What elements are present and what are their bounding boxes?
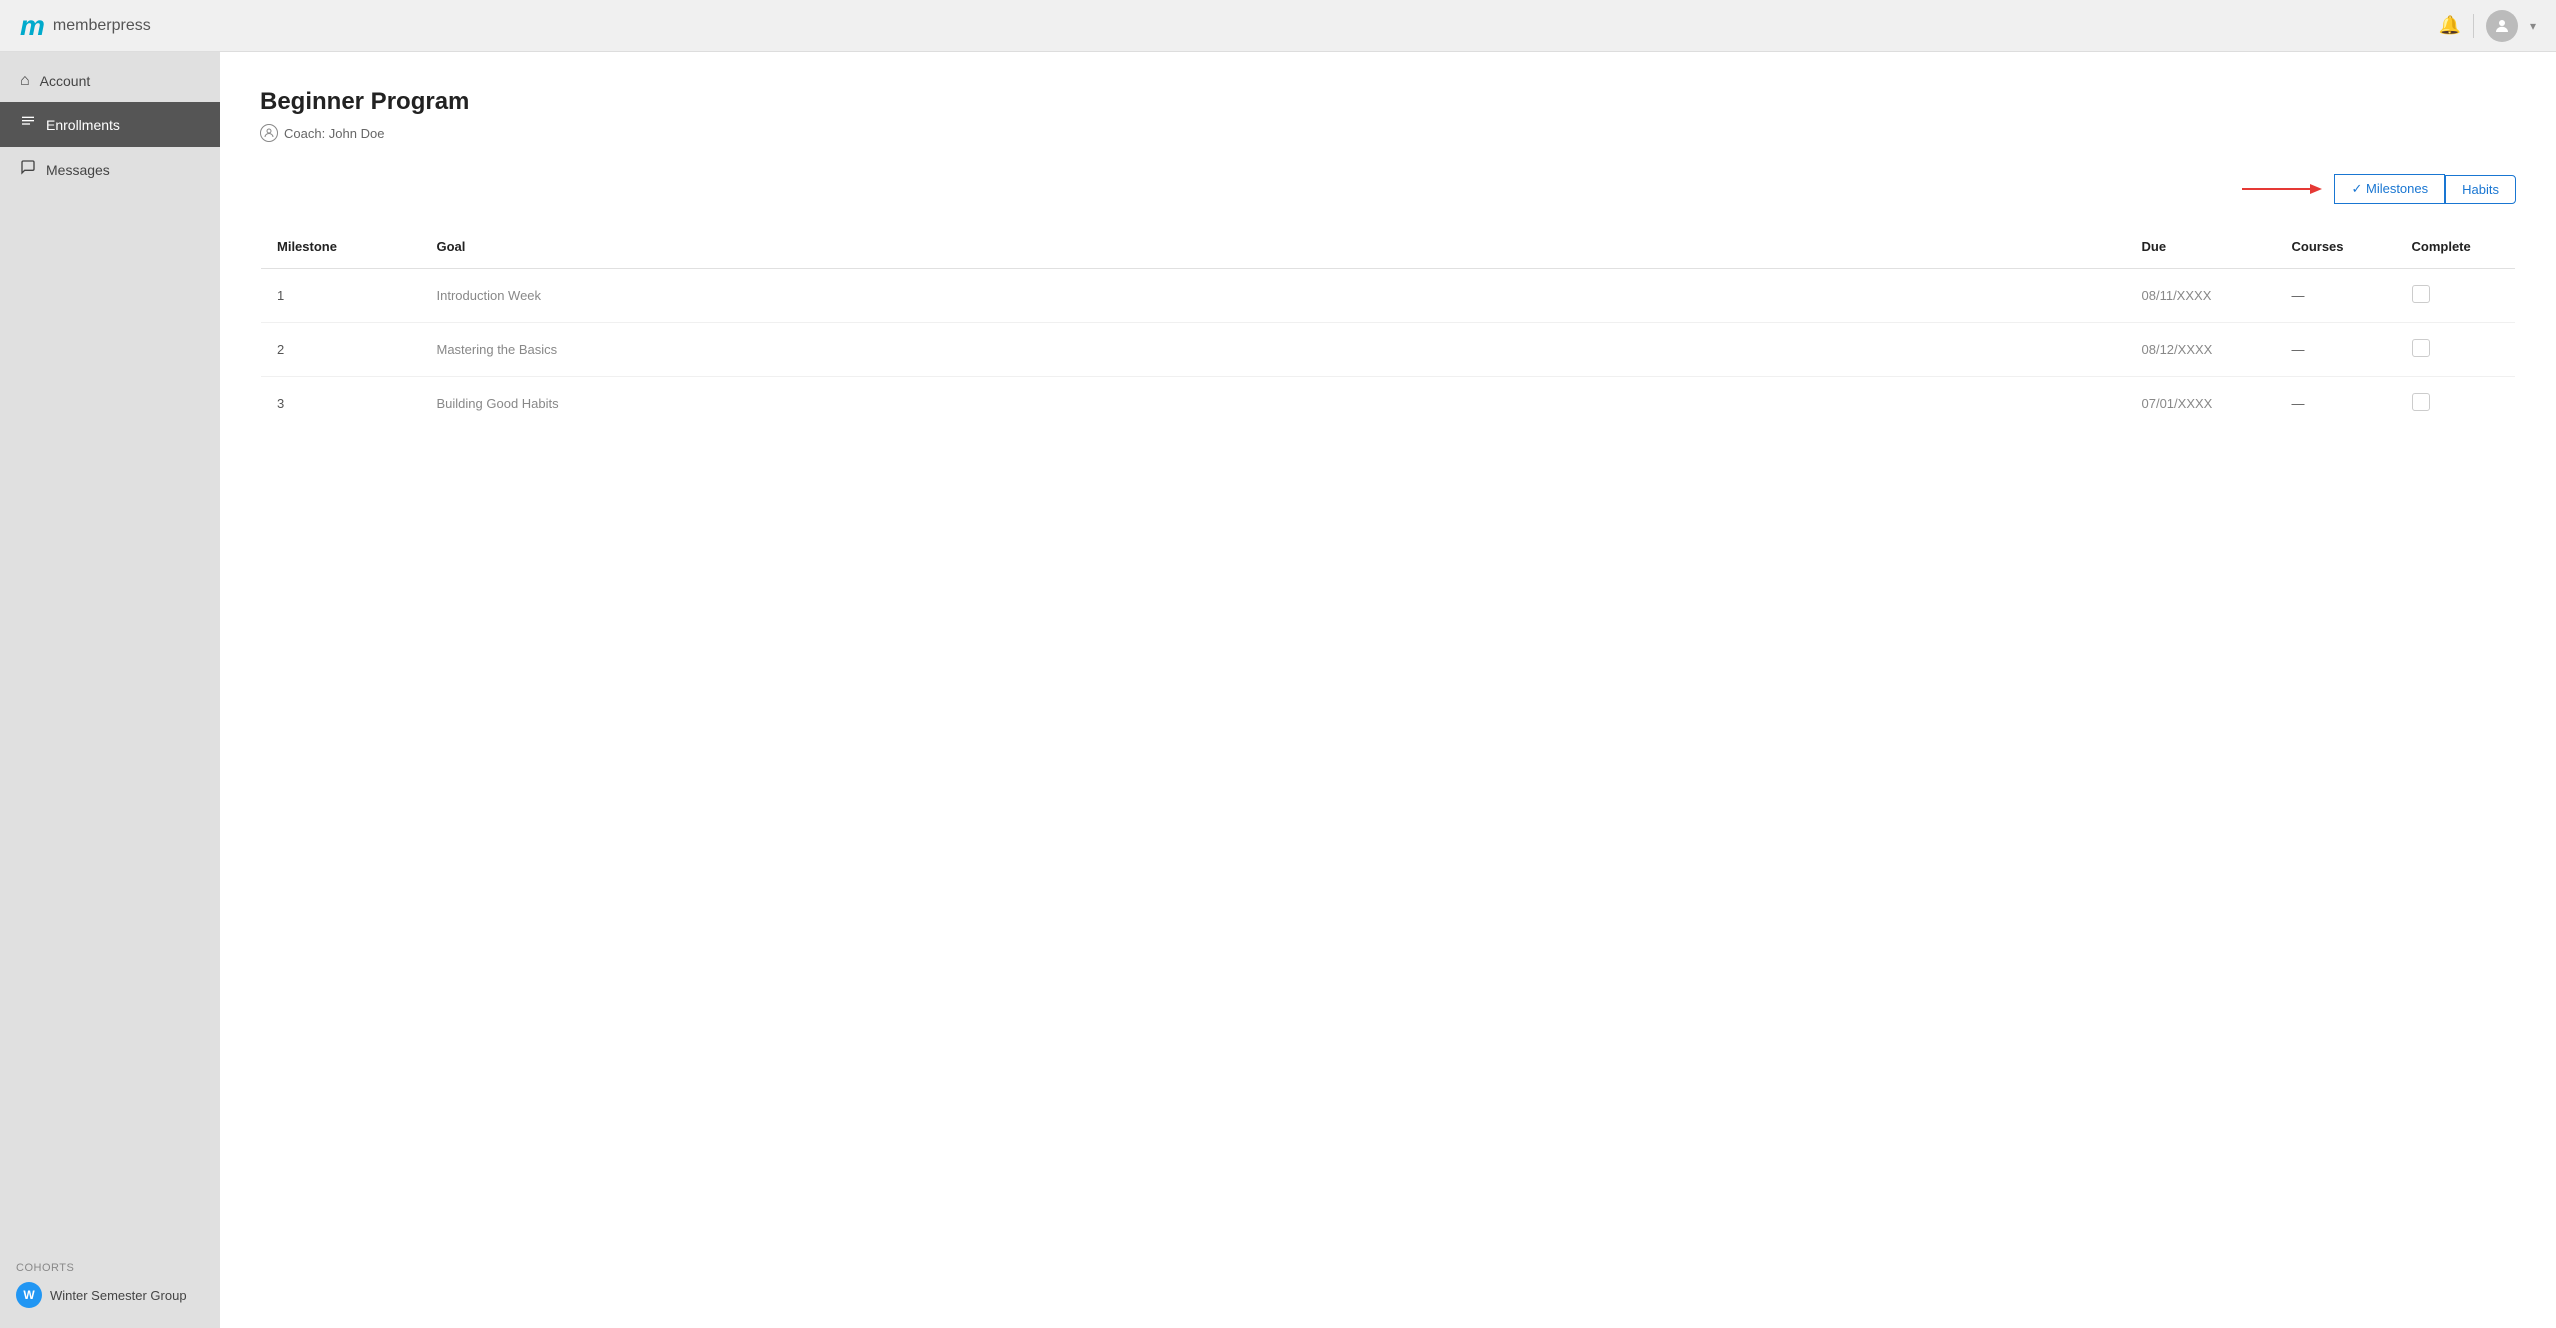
cell-courses-0: — [2276,269,2396,323]
cell-milestone-2: 3 [261,377,421,431]
sidebar-bottom: Cohorts W Winter Semester Group [0,1246,220,1328]
logo-area: m memberpress [20,12,151,40]
sidebar-item-account-label: Account [40,73,91,89]
sidebar-nav: ⌂ Account Enrollments Messages [0,60,220,1246]
main-content: Beginner Program Coach: John Doe ✓ Miles… [220,52,2556,1328]
sidebar-item-messages-label: Messages [46,162,110,178]
cell-milestone-1: 2 [261,323,421,377]
logo-text: memberpress [53,17,151,35]
messages-icon [20,159,36,180]
avatar[interactable] [2486,10,2518,42]
sidebar-item-account[interactable]: ⌂ Account [0,60,220,102]
red-arrow-icon [2242,179,2322,199]
cell-complete-0 [2396,269,2516,323]
col-header-milestone: Milestone [261,225,421,269]
bell-icon[interactable]: 🔔 [2439,15,2461,36]
sidebar: ⌂ Account Enrollments Messages Cohorts W… [0,52,220,1328]
coach-label: Coach: John Doe [284,126,384,141]
col-header-due: Due [2126,225,2276,269]
col-header-courses: Courses [2276,225,2396,269]
coach-info: Coach: John Doe [260,124,2516,142]
cohort-name: Winter Semester Group [50,1288,187,1303]
cell-courses-2: — [2276,377,2396,431]
cell-complete-1 [2396,323,2516,377]
cell-due-2: 07/01/XXXX [2126,377,2276,431]
milestones-table: Milestone Goal Due Courses Complete 1 In… [260,224,2516,431]
logo-m-icon: m [20,12,45,40]
table-row: 2 Mastering the Basics 08/12/XXXX — [261,323,2516,377]
chevron-down-icon[interactable]: ▾ [2530,19,2536,33]
col-header-goal: Goal [421,225,2126,269]
col-header-complete: Complete [2396,225,2516,269]
cell-due-1: 08/12/XXXX [2126,323,2276,377]
header-divider [2473,14,2474,38]
main-layout: ⌂ Account Enrollments Messages Cohorts W… [0,52,2556,1328]
cohort-avatar: W [16,1282,42,1308]
toggle-area: ✓ Milestones Habits [260,174,2516,204]
cohorts-label: Cohorts [16,1262,204,1274]
cell-milestone-0: 1 [261,269,421,323]
cell-goal-0: Introduction Week [421,269,2126,323]
home-icon: ⌂ [20,72,30,90]
cell-goal-2: Building Good Habits [421,377,2126,431]
sidebar-item-enrollments[interactable]: Enrollments [0,102,220,147]
table-row: 1 Introduction Week 08/11/XXXX — [261,269,2516,323]
complete-checkbox-2[interactable] [2412,393,2430,411]
milestones-button[interactable]: ✓ Milestones [2334,174,2445,204]
habits-button[interactable]: Habits [2445,175,2516,204]
page-title: Beginner Program [260,88,2516,116]
sidebar-item-messages[interactable]: Messages [0,147,220,192]
enrollments-icon [20,114,36,135]
cell-complete-2 [2396,377,2516,431]
sidebar-item-enrollments-label: Enrollments [46,117,120,133]
coach-icon [260,124,278,142]
complete-checkbox-1[interactable] [2412,339,2430,357]
cell-due-0: 08/11/XXXX [2126,269,2276,323]
complete-checkbox-0[interactable] [2412,285,2430,303]
table-row: 3 Building Good Habits 07/01/XXXX — [261,377,2516,431]
top-header: m memberpress 🔔 ▾ [0,0,2556,52]
cohort-item[interactable]: W Winter Semester Group [16,1282,204,1308]
header-right: 🔔 ▾ [2439,10,2536,42]
cell-goal-1: Mastering the Basics [421,323,2126,377]
cell-courses-1: — [2276,323,2396,377]
